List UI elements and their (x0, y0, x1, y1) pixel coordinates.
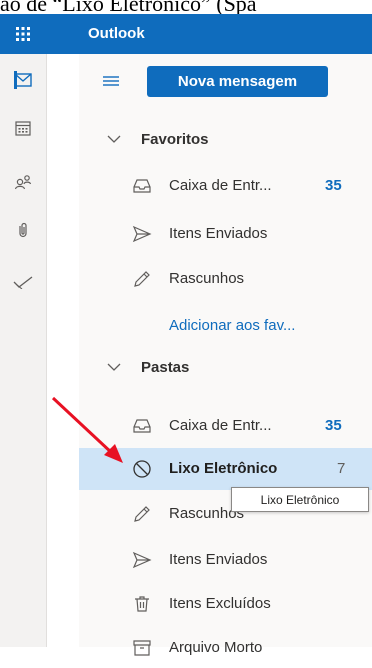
folders-header[interactable]: Pastas (79, 348, 372, 388)
chevron-down-icon (107, 135, 121, 143)
unread-count: 35 (325, 417, 342, 434)
active-indicator (14, 71, 17, 89)
favorites-header[interactable]: Favoritos (79, 120, 372, 160)
todo-icon (13, 276, 33, 289)
inbox-icon (133, 179, 151, 193)
app-rail (0, 54, 47, 647)
folder-pane: Nova mensagem Favoritos Caixa de Entr...… (79, 54, 372, 656)
hamburger-icon[interactable] (103, 74, 119, 88)
add-to-favorites-link[interactable]: Adicionar aos fav... (79, 306, 372, 346)
chevron-down-icon (107, 363, 121, 371)
send-icon (132, 551, 152, 569)
people-icon (14, 175, 32, 190)
folder-label: Arquivo Morto (169, 639, 263, 656)
pencil-icon (134, 506, 150, 522)
folder-item-archive[interactable]: Arquivo Morto (79, 628, 372, 668)
favorite-item-sent[interactable]: Itens Enviados (79, 214, 372, 254)
folder-item-sent[interactable]: Itens Enviados (79, 540, 372, 580)
folder-label: Itens Excluídos (169, 595, 271, 612)
favorite-item-drafts[interactable]: Rascunhos (79, 259, 372, 299)
inbox-icon (133, 419, 151, 433)
folder-item-junk[interactable]: Lixo Eletrônico 7 (79, 448, 372, 490)
caption-text: ão de “Lixo Eletrônico” (Spa (0, 0, 257, 14)
item-count: 7 (337, 460, 346, 477)
folder-item-deleted[interactable]: Itens Excluídos (79, 584, 372, 624)
folder-label: Lixo Eletrônico (169, 460, 278, 477)
rail-todo[interactable] (0, 264, 46, 300)
app-title[interactable]: Outlook (88, 25, 145, 42)
rail-calendar[interactable] (0, 110, 46, 146)
folder-item-inbox[interactable]: Caixa de Entr... 35 (79, 406, 372, 446)
folder-label: Itens Enviados (169, 551, 268, 568)
add-favorites-label: Adicionar aos fav... (169, 317, 296, 334)
rail-people[interactable] (0, 164, 46, 200)
send-icon (132, 225, 152, 243)
favorite-item-inbox[interactable]: Caixa de Entr... 35 (79, 166, 372, 206)
folder-label: Itens Enviados (169, 225, 268, 242)
document-caption: ão de “Lixo Eletrônico” (Spa (0, 0, 372, 14)
tooltip: Lixo Eletrônico (231, 487, 369, 512)
new-message-button[interactable]: Nova mensagem (147, 66, 328, 97)
waffle-icon[interactable] (0, 14, 46, 54)
calendar-icon (15, 121, 31, 136)
top-header: Outlook (0, 14, 372, 54)
folders-title: Pastas (141, 359, 190, 376)
folder-label: Rascunhos (169, 270, 245, 287)
attachment-icon (19, 222, 27, 238)
trash-icon (135, 596, 149, 612)
rail-files[interactable] (0, 212, 46, 248)
rail-mail[interactable] (0, 62, 46, 98)
folder-label: Caixa de Entr... (169, 417, 272, 434)
archive-icon (133, 640, 151, 656)
blocked-icon (133, 460, 151, 478)
unread-count: 35 (325, 177, 342, 194)
pencil-icon (134, 271, 150, 287)
folder-label: Caixa de Entr... (169, 177, 272, 194)
favorites-title: Favoritos (141, 131, 209, 148)
